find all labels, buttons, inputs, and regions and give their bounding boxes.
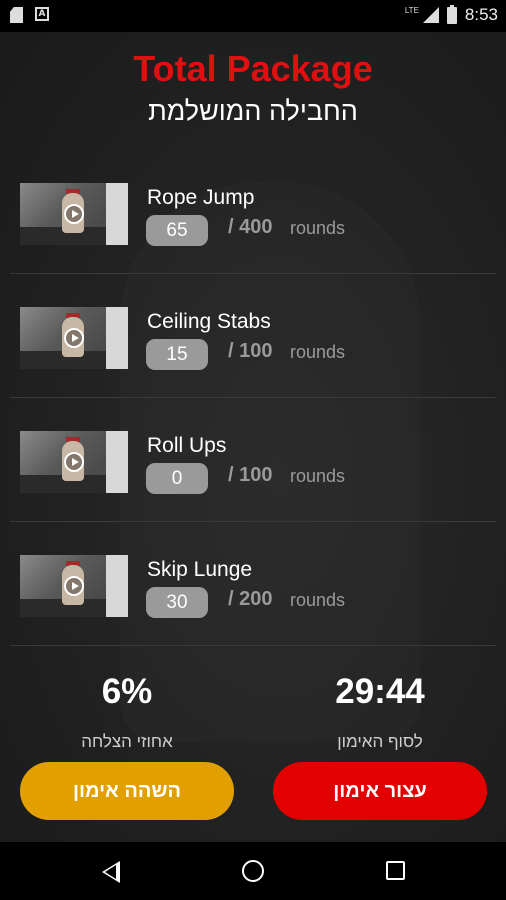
workout-timer-label: לסוף האימון — [337, 732, 423, 751]
play-icon[interactable] — [64, 204, 84, 224]
exercise-name: Rope Jump — [147, 186, 255, 209]
back-icon[interactable] — [102, 861, 120, 883]
rounds-total: / 100 — [228, 340, 273, 362]
play-icon[interactable] — [64, 576, 84, 596]
play-icon[interactable] — [64, 452, 84, 472]
signal-icon — [422, 7, 439, 23]
workout-timer: 29:44 — [335, 672, 425, 711]
exercise-video-thumbnail[interactable] — [20, 183, 128, 245]
pause-workout-button[interactable]: השהה אימון — [20, 762, 234, 820]
status-bar: A LTE 8:53 — [0, 0, 506, 32]
exercise-name: Skip Lunge — [147, 558, 253, 581]
recent-apps-icon[interactable] — [386, 861, 405, 880]
stop-workout-button[interactable]: עצור אימון — [273, 762, 487, 820]
rounds-unit: rounds — [290, 342, 346, 362]
rounds-done-counter[interactable]: 65 — [146, 215, 208, 246]
exercise-row[interactable]: Rope Jump 65 / 400 rounds — [10, 150, 496, 274]
rounds-total: / 100 — [228, 464, 273, 486]
home-icon[interactable] — [242, 860, 264, 882]
page-title: Total Package — [133, 48, 373, 89]
exercise-list: Rope Jump 65 / 400 rounds Ceiling Stabs … — [10, 150, 496, 646]
exercise-video-thumbnail[interactable] — [20, 555, 128, 617]
sd-card-icon — [10, 7, 23, 23]
success-percentage: 6% — [101, 672, 153, 711]
battery-icon — [446, 4, 457, 24]
page-subtitle: החבילה המושלמת — [148, 96, 358, 126]
workout-screen: Total Package החבילה המושלמת Rope Jump 6… — [0, 32, 506, 842]
exercise-row[interactable]: Skip Lunge 30 / 200 rounds — [10, 522, 496, 646]
system-navigation-bar — [0, 842, 506, 900]
rounds-unit: rounds — [290, 466, 346, 486]
exercise-name: Ceiling Stabs — [147, 310, 271, 333]
clock: 8:53 — [464, 5, 498, 24]
rounds-done-counter[interactable]: 0 — [146, 463, 208, 494]
rounds-unit: rounds — [290, 218, 346, 238]
rounds-total: / 400 — [228, 216, 273, 238]
autofill-a-icon: A — [35, 7, 49, 21]
exercise-row[interactable]: Roll Ups 0 / 100 rounds — [10, 398, 496, 522]
rounds-done-counter[interactable]: 15 — [146, 339, 208, 370]
network-type: LTE — [404, 5, 419, 15]
rounds-done-counter[interactable]: 30 — [146, 587, 208, 618]
success-percentage-label: אחוזי הצלחה — [81, 732, 173, 751]
exercise-video-thumbnail[interactable] — [20, 307, 128, 369]
rounds-unit: rounds — [290, 590, 346, 610]
exercise-name: Roll Ups — [147, 434, 227, 457]
play-icon[interactable] — [64, 328, 84, 348]
exercise-row[interactable]: Ceiling Stabs 15 / 100 rounds — [10, 274, 496, 398]
exercise-video-thumbnail[interactable] — [20, 431, 128, 493]
rounds-total: / 200 — [228, 588, 273, 610]
